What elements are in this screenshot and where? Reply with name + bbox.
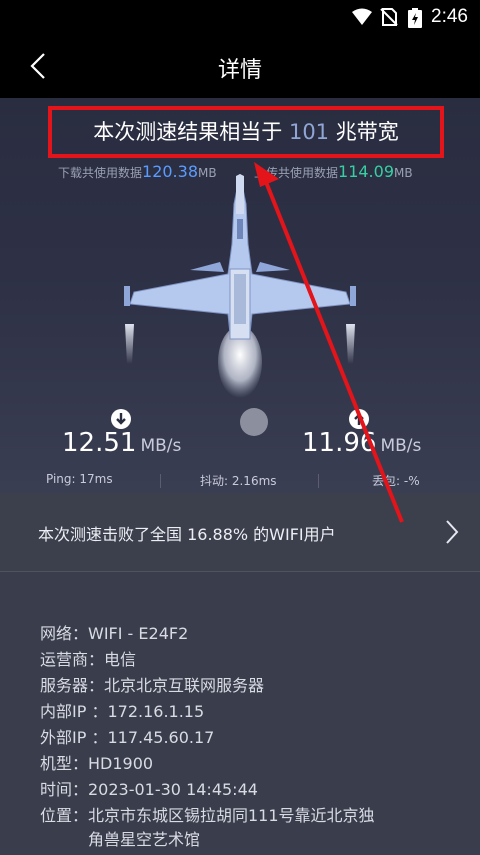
upload-speed: 11.96 MB/s [302, 428, 421, 458]
chevron-right-icon[interactable] [442, 517, 462, 547]
center-indicator-dot [240, 408, 268, 436]
download-speed-value: 12.51 [62, 428, 137, 458]
bandwidth-result-banner: 本次测速结果相当于 101 兆带宽 [48, 106, 444, 158]
wifi-icon [352, 8, 372, 25]
upload-speed-unit: MB/s [380, 436, 422, 456]
detail-device-model: 机型：HD1900 [40, 754, 154, 773]
speed-result-panel: 本次测速结果相当于 101 兆带宽 下载共使用数据120.38MB 上传共使用数… [0, 98, 480, 493]
upload-icon [349, 409, 369, 429]
detail-time: 时间：2023-01-30 14:45:44 [40, 780, 258, 799]
detail-location: 位置：北京市东城区锡拉胡同111号靠近北京独 [40, 806, 375, 825]
ping-metric: Ping: 17ms [46, 472, 113, 486]
ranking-row[interactable]: 本次测速击败了全国 16.88% 的WIFI用户 [0, 493, 480, 571]
download-speed: 12.51 MB/s [62, 428, 181, 458]
metric-divider [318, 474, 319, 488]
detail-location-cont: 角兽星空艺术馆 [40, 830, 201, 849]
detail-server: 服务器：北京北京互联网服务器 [40, 676, 265, 695]
result-suffix: 兆带宽 [335, 120, 399, 144]
result-prefix: 本次测速结果相当于 [93, 120, 283, 144]
app-bar: 详情 [0, 34, 480, 98]
jitter-metric: 抖动: 2.16ms [200, 474, 277, 488]
download-icon [111, 409, 131, 429]
metric-divider [160, 474, 161, 488]
battery-charging-icon [408, 8, 422, 28]
upload-speed-value: 11.96 [302, 428, 377, 458]
ranking-text: 本次测速击败了全国 16.88% 的WIFI用户 [38, 525, 336, 544]
detail-carrier: 运营商：电信 [40, 650, 137, 669]
no-sim-icon [380, 8, 398, 26]
connection-details: 网络：WIFI - E24F2 运营商：电信 服务器：北京北京互联网服务器 内部… [0, 571, 480, 855]
detail-external-ip: 外部IP ：117.45.60.17 [40, 728, 215, 747]
status-bar: 2:46 [0, 0, 480, 34]
status-time: 2:46 [431, 6, 468, 27]
detail-network: 网络：WIFI - E24F2 [40, 624, 189, 643]
detail-internal-ip: 内部IP ：172.16.1.15 [40, 702, 205, 721]
upload-usage-unit: MB [394, 166, 413, 180]
download-speed-unit: MB/s [140, 436, 182, 456]
packet-loss-metric: 丢包: -% [372, 474, 420, 488]
result-value: 101 [288, 120, 330, 144]
page-title: 详情 [217, 58, 262, 83]
